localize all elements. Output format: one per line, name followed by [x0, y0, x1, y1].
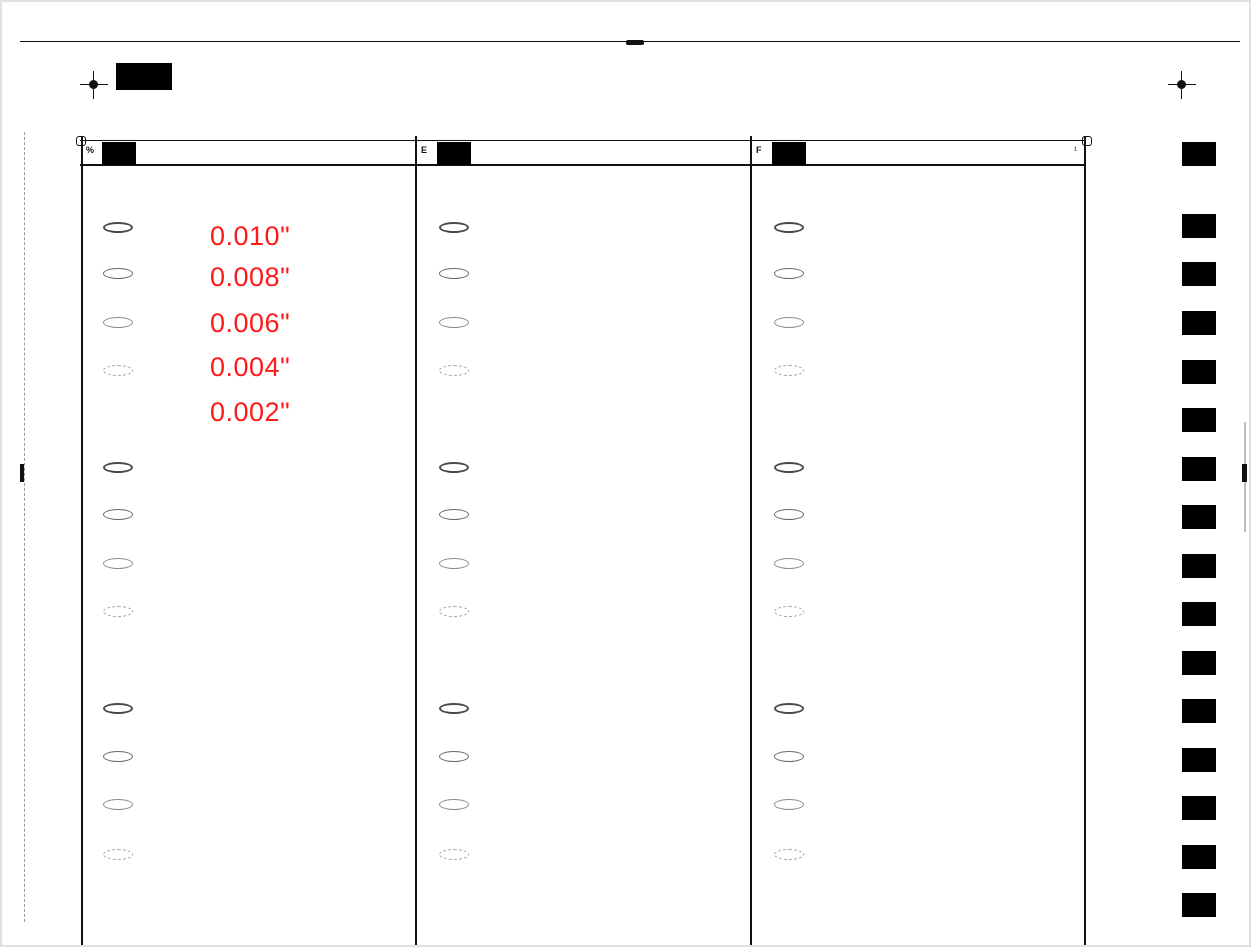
bubble[interactable]: [103, 222, 133, 233]
bubble[interactable]: [103, 509, 133, 520]
timing-mark: [1182, 699, 1216, 723]
timing-mark: [1182, 796, 1216, 820]
bubble[interactable]: [439, 703, 469, 714]
bubble[interactable]: [103, 799, 133, 810]
timing-mark: [1182, 360, 1216, 384]
timing-mark: [1182, 651, 1216, 675]
timing-mark: [1182, 845, 1216, 869]
bubble[interactable]: [439, 268, 469, 279]
timing-mark: [1182, 262, 1216, 286]
bubble[interactable]: [439, 558, 469, 569]
bubble[interactable]: [774, 509, 804, 520]
right-edge-mark: [1242, 464, 1247, 482]
annotation-thickness: 0.002": [210, 397, 291, 427]
bubble[interactable]: [439, 317, 469, 328]
column-label-3: F: [756, 145, 762, 155]
bubble[interactable]: [103, 317, 133, 328]
bubble[interactable]: [774, 849, 804, 860]
column-tab-1: [102, 142, 136, 165]
bubble[interactable]: [439, 849, 469, 860]
bubble[interactable]: [439, 462, 469, 473]
left-edge-mark: [20, 464, 24, 482]
column-tab-3: [772, 142, 806, 165]
timing-mark: [1182, 311, 1216, 335]
timing-mark: [1182, 893, 1216, 917]
bubble[interactable]: [439, 509, 469, 520]
bubble[interactable]: [103, 606, 133, 617]
timing-mark: [1182, 554, 1216, 578]
corner-tick: ¹: [1074, 145, 1077, 155]
bubble[interactable]: [774, 703, 804, 714]
column-label-2: E: [421, 145, 428, 155]
timing-mark: [1182, 505, 1216, 529]
bubble[interactable]: [774, 462, 804, 473]
grid-header-top-line: [80, 140, 1086, 141]
bubble[interactable]: [439, 365, 469, 376]
bubble[interactable]: [439, 222, 469, 233]
bubble[interactable]: [774, 606, 804, 617]
grid-vline-1: [81, 136, 83, 945]
bubble[interactable]: [103, 365, 133, 376]
grid-header-bottom-line: [80, 164, 1086, 166]
bubble-grid: % E F ¹: [76, 136, 1092, 945]
bubble[interactable]: [439, 751, 469, 762]
grid-vline-4: [1084, 136, 1086, 945]
bubble[interactable]: [103, 268, 133, 279]
bubble[interactable]: [103, 751, 133, 762]
registration-crosshair-left: [80, 71, 108, 99]
bubble[interactable]: [103, 558, 133, 569]
annotation-thickness: 0.010": [210, 221, 291, 251]
annotation-thickness: 0.004": [210, 352, 291, 382]
left-dashed-edge: [24, 132, 25, 922]
bubble[interactable]: [774, 558, 804, 569]
bubble[interactable]: [439, 799, 469, 810]
grid-vline-3: [750, 136, 752, 945]
bubble[interactable]: [774, 268, 804, 279]
column-label-1: %: [86, 145, 95, 155]
bubble[interactable]: [439, 606, 469, 617]
bubble[interactable]: [103, 849, 133, 860]
bubble[interactable]: [774, 365, 804, 376]
bubble[interactable]: [103, 703, 133, 714]
grid-vline-2: [415, 136, 417, 945]
timing-mark: [1182, 408, 1216, 432]
bubble[interactable]: [774, 751, 804, 762]
bubble[interactable]: [774, 799, 804, 810]
column-tab-2: [437, 142, 471, 165]
top-center-mark: [626, 40, 644, 45]
bubble[interactable]: [774, 317, 804, 328]
annotation-thickness: 0.006": [210, 308, 291, 338]
timing-mark: [1182, 457, 1216, 481]
registration-crosshair-right: [1168, 71, 1196, 99]
timing-mark: [1182, 748, 1216, 772]
timing-mark: [1182, 214, 1216, 238]
bubble[interactable]: [103, 462, 133, 473]
timing-mark: [1182, 602, 1216, 626]
scanned-answer-sheet: % E F ¹ 0.010" 0.008" 0.006" 0.004" 0.00…: [0, 0, 1251, 947]
timing-mark: [1182, 142, 1216, 166]
sheet-id-block: [116, 63, 172, 90]
annotation-thickness: 0.008": [210, 262, 291, 292]
bubble[interactable]: [774, 222, 804, 233]
